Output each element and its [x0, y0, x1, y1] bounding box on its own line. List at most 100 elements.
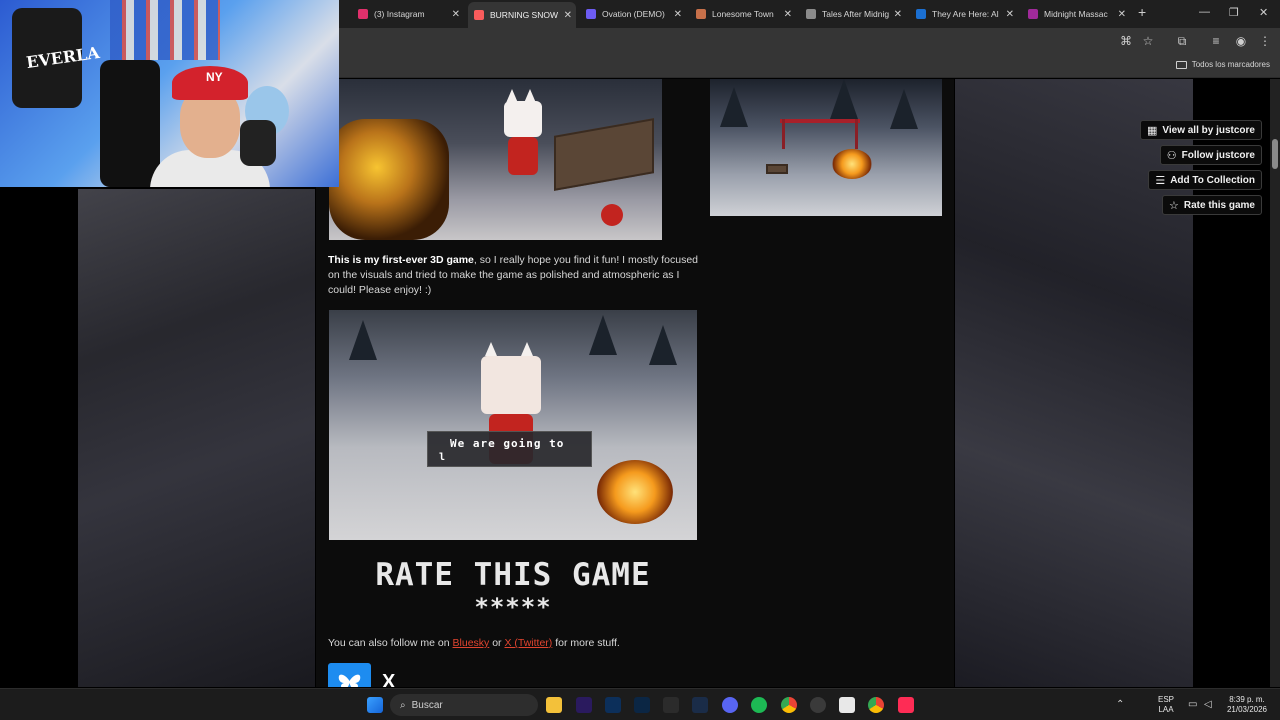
lang-top: ESP [1158, 695, 1175, 704]
game-screenshot-dialog[interactable]: We are going to l [329, 310, 697, 540]
tab-lonesome-town[interactable]: Lonesome Town ✕ [690, 4, 796, 24]
tab-instagram[interactable]: (3) Instagram ✕ [352, 4, 464, 24]
discord-icon[interactable] [722, 697, 738, 713]
page-scrollbar[interactable] [1270, 79, 1280, 687]
tiktok-icon[interactable] [898, 697, 914, 713]
butterfly-icon [338, 674, 361, 687]
close-icon[interactable]: ✕ [894, 9, 902, 20]
steam-icon[interactable] [692, 697, 708, 713]
tab-burning-snow[interactable]: BURNING SNOW ✕ [468, 2, 576, 28]
burning-bush [329, 119, 449, 240]
taskbar-search[interactable]: ⌕ Buscar [390, 694, 538, 716]
windows-taskbar: ⌕ Buscar ⌃ ESP LAA ▭ ◁ 8:39 p. m. 21/03/… [0, 688, 1280, 720]
add-collection-label: Add To Collection [1170, 174, 1255, 186]
game-screenshot-fox[interactable] [329, 79, 662, 240]
tab-title: Ovation (DEMO) [602, 9, 665, 19]
extensions-icon[interactable]: ⧉ [1174, 34, 1190, 49]
spotify-icon[interactable] [751, 697, 767, 713]
tab-midnight-massacre[interactable]: Midnight Massac ✕ [1022, 4, 1130, 24]
tab-title: Midnight Massac [1044, 9, 1108, 19]
game-description: This is my first-ever 3D game, so I real… [328, 253, 704, 298]
view-all-button[interactable]: ▦ View all by justcore [1139, 120, 1262, 140]
photoshop-icon[interactable] [605, 697, 621, 713]
close-window-icon[interactable]: ✕ [1259, 6, 1268, 19]
dialog-box: We are going to l [427, 431, 592, 467]
star-icon: ☆ [1168, 199, 1179, 212]
campfire [597, 460, 673, 524]
list-plus-icon: ☰ [1155, 174, 1166, 187]
epic-games-icon[interactable] [663, 697, 679, 713]
itch-icon [1028, 9, 1038, 19]
wooden-crate [554, 118, 654, 191]
punching-bag: EVERLA [12, 8, 101, 108]
minimize-icon[interactable]: — [1199, 6, 1210, 18]
windows-start-icon[interactable] [367, 697, 383, 713]
close-icon[interactable]: ✕ [1118, 9, 1126, 20]
rate-label: Rate this game [1183, 199, 1255, 211]
search-icon: ⌕ [400, 699, 406, 711]
toy-shelf [110, 0, 220, 60]
add-to-collection-button[interactable]: ☰ Add To Collection [1148, 170, 1262, 190]
follow-button[interactable]: ⚇ Follow justcore [1159, 145, 1262, 165]
clock-time: 8:39 p. m. [1229, 695, 1265, 704]
close-icon[interactable]: ✕ [564, 10, 572, 21]
menu-icon[interactable]: ⋮ [1257, 34, 1273, 48]
chrome-icon[interactable] [781, 697, 797, 713]
tab-they-are-here[interactable]: They Are Here: Al ✕ [910, 4, 1018, 24]
chevron-up-icon[interactable]: ⌃ [1116, 699, 1124, 710]
close-icon[interactable]: ✕ [452, 9, 460, 20]
gaming-chair [100, 60, 160, 187]
restore-icon[interactable]: ❐ [1229, 6, 1239, 19]
premiere-icon[interactable] [576, 697, 592, 713]
scrollbar-thumb[interactable] [1272, 139, 1278, 169]
close-icon[interactable]: ✕ [784, 9, 792, 20]
tab-title: (3) Instagram [374, 9, 425, 19]
game-screenshot-campfire[interactable] [710, 79, 942, 216]
tab-title: They Are Here: Al [932, 9, 999, 19]
chrome-active-icon[interactable] [868, 697, 884, 713]
close-icon[interactable]: ✕ [1006, 9, 1014, 20]
file-explorer-icon[interactable] [546, 697, 562, 713]
network-icon[interactable]: ▭ [1188, 699, 1197, 710]
clock-date: 21/03/2026 [1226, 705, 1268, 714]
x-twitter-link[interactable]: X (Twitter) [504, 637, 552, 649]
cap-logo: NY [206, 70, 223, 84]
close-icon[interactable]: ✕ [674, 9, 682, 20]
x-logo-icon[interactable]: X [382, 671, 395, 687]
lightroom-icon[interactable] [634, 697, 650, 713]
steam-icon [586, 9, 596, 19]
rate-stars[interactable]: ***** [329, 593, 697, 621]
language-indicator[interactable]: ESP LAA [1158, 695, 1174, 715]
translate-icon[interactable]: ⌘ [1118, 34, 1134, 48]
bluesky-button[interactable] [328, 663, 371, 687]
rate-button[interactable]: ☆ Rate this game [1161, 195, 1262, 215]
bookmarks-folder-label: Todos los marcadores [1191, 60, 1270, 69]
steam-icon [916, 9, 926, 19]
follow-label: Follow justcore [1181, 149, 1255, 161]
obs-icon[interactable] [810, 697, 826, 713]
profile-avatar-icon[interactable]: ◉ [1233, 34, 1249, 48]
all-bookmarks[interactable]: Todos los marcadores [1175, 60, 1270, 69]
bookmark-star-icon[interactable]: ☆ [1140, 34, 1156, 48]
clock[interactable]: 8:39 p. m. 21/03/2026 [1222, 695, 1272, 715]
webcam-overlay: EVERLA NY [0, 0, 339, 187]
grid-icon: ▦ [1146, 124, 1158, 137]
torch-flame [601, 204, 623, 226]
bluesky-link[interactable]: Bluesky [453, 637, 490, 649]
instagram-icon [358, 9, 368, 19]
campfire [832, 149, 872, 179]
volume-icon[interactable]: ◁ [1204, 699, 1212, 710]
tab-tales-after-midnight[interactable]: Tales After Midnig ✕ [800, 4, 906, 24]
tab-ovation[interactable]: Ovation (DEMO) ✕ [580, 4, 686, 24]
tab-title: Lonesome Town [712, 9, 774, 19]
lang-bottom: LAA [1158, 705, 1174, 714]
follow-suffix: for more stuff. [552, 637, 620, 649]
new-tab-button[interactable]: + [1138, 4, 1146, 20]
itch-icon [474, 10, 484, 20]
media-icon[interactable]: ≡ [1208, 34, 1224, 48]
red-shelter [780, 119, 860, 123]
bag-logo: EVERLA [25, 42, 101, 73]
folder-icon [1175, 60, 1187, 69]
app-icon[interactable] [839, 697, 855, 713]
rate-game-heading: RATE THIS GAME [375, 557, 651, 593]
